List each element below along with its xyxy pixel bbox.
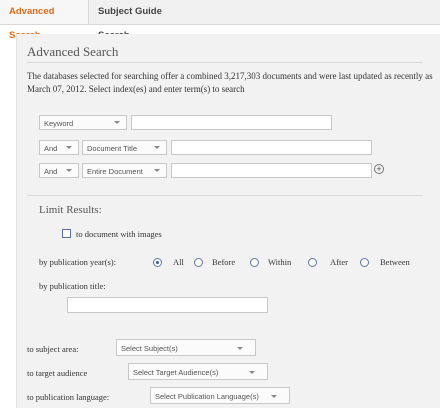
pub-year-option-after: After — [330, 257, 348, 267]
subject-area-select-value: Select Subject(s) — [121, 344, 178, 353]
pub-language-select-value: Select Publication Language(s) — [155, 392, 259, 401]
tab-subject-guide-search[interactable]: Subject Guide Search — [89, 0, 189, 41]
database-description: The databases selected for searching off… — [27, 71, 433, 94]
tab-advanced-search[interactable]: Advanced Search — [0, 0, 89, 41]
pub-year-option-before: Before — [212, 257, 236, 267]
with-images-label: to document with images — [76, 229, 162, 239]
pub-year-radio-within[interactable] — [250, 258, 259, 267]
pub-year-label: by publication year(s): — [39, 257, 116, 267]
plus-circle-icon[interactable]: + — [374, 164, 384, 174]
pub-year-option-within: Within — [268, 257, 292, 267]
pub-year-radio-after[interactable] — [308, 258, 317, 267]
pub-language-select[interactable]: Select Publication Language(s) — [150, 387, 290, 404]
chevron-down-icon — [66, 146, 72, 149]
search-term-input-3[interactable] — [171, 163, 372, 178]
title-divider — [27, 62, 423, 63]
search-term-input-2[interactable] — [171, 140, 372, 155]
chevron-down-icon — [237, 347, 243, 350]
target-audience-select-value: Select Target Audience(s) — [133, 368, 219, 377]
field-select-1-value: Keyword — [44, 119, 74, 128]
target-audience-select[interactable]: Select Target Audience(s) — [128, 363, 268, 380]
field-select-2-value: Document Title — [87, 144, 138, 153]
field-select-1[interactable]: Keyword — [39, 115, 127, 130]
search-term-input-1[interactable] — [131, 115, 332, 130]
page-title: Advanced Search — [27, 44, 119, 59]
pub-year-radio-all[interactable] — [153, 258, 162, 267]
pub-year-option-all: All — [173, 257, 184, 267]
field-select-3-value: Entire Document — [87, 167, 143, 176]
limit-results-heading: Limit Results: — [39, 204, 102, 216]
subject-area-label: to subject area: — [27, 344, 79, 354]
operator-select-3[interactable]: And — [39, 163, 79, 178]
chevron-down-icon — [154, 169, 160, 172]
operator-select-3-value: And — [44, 167, 58, 176]
pub-year-radio-between[interactable] — [360, 258, 369, 267]
field-select-2[interactable]: Document Title — [82, 140, 167, 155]
field-select-3[interactable]: Entire Document — [82, 163, 167, 178]
tab-bar: Advanced Search Subject Guide Search — [0, 0, 440, 41]
chevron-down-icon — [249, 371, 255, 374]
operator-select-2[interactable]: And — [39, 140, 79, 155]
pub-title-label: by publication title: — [39, 281, 106, 291]
chevron-down-icon — [154, 146, 160, 149]
pub-year-option-between: Between — [380, 257, 410, 267]
chevron-down-icon — [114, 121, 120, 124]
pub-title-input[interactable] — [67, 297, 268, 313]
target-audience-label: to target audience — [27, 368, 88, 378]
chevron-down-icon — [66, 169, 72, 172]
chevron-down-icon — [271, 395, 277, 398]
with-images-checkbox[interactable] — [62, 229, 71, 238]
pub-language-label: to publication language: — [27, 392, 110, 402]
subject-area-select[interactable]: Select Subject(s) — [116, 339, 256, 356]
limits-divider — [27, 195, 423, 196]
operator-select-2-value: And — [44, 144, 58, 153]
pub-year-radio-before[interactable] — [194, 258, 203, 267]
